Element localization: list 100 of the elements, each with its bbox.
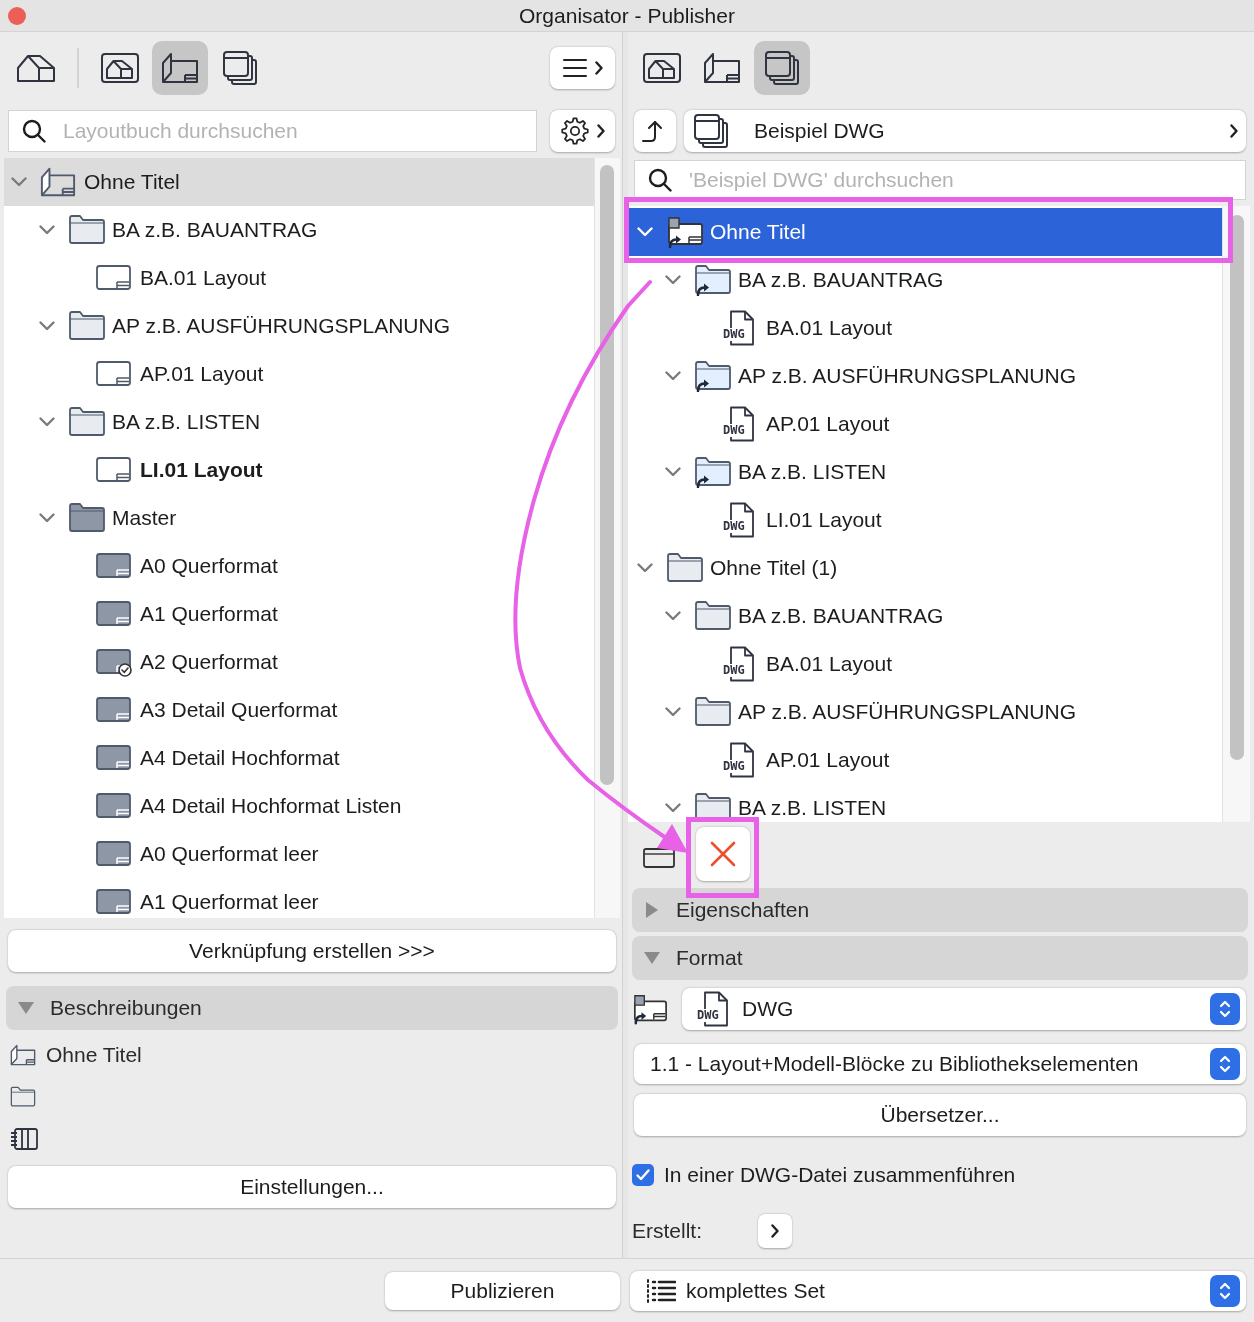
checkbox[interactable]: [632, 1164, 654, 1186]
tree-item[interactable]: A4 Detail Hochformat Listen: [4, 782, 594, 830]
book-icon: [10, 1044, 36, 1066]
framed-house-icon: [101, 53, 139, 83]
search-field[interactable]: Layoutbuch durchsuchen: [8, 110, 537, 152]
stepper-icon: [1210, 993, 1240, 1025]
tree-item[interactable]: Ohne Titel: [4, 158, 594, 206]
triangle-right-icon: [646, 902, 658, 918]
sheet-icon: [96, 263, 132, 293]
set-dropdown[interactable]: komplettes Set: [630, 1270, 1246, 1311]
toolbar-button[interactable]: [152, 41, 208, 95]
tree-item[interactable]: BA.01 Layout: [4, 254, 594, 302]
tree-item[interactable]: AP z.B. AUSFÜHRUNGSPLANUNG: [4, 302, 594, 350]
tree-item[interactable]: DWG BA.01 Layout: [628, 304, 1222, 352]
tree-item[interactable]: Ohne Titel (1): [628, 544, 1222, 592]
folder-link-icon: [694, 360, 732, 392]
page-stack-icon: [765, 51, 799, 85]
tree-item[interactable]: DWG AP.01 Layout: [628, 400, 1222, 448]
sheet-link-icon: [666, 216, 704, 248]
chevron-down-icon[interactable]: [39, 513, 55, 523]
toolbar-button[interactable]: [754, 41, 810, 95]
section-header[interactable]: Eigenschaften: [632, 888, 1248, 932]
search-icon: [648, 168, 672, 192]
chevron-down-icon[interactable]: [11, 177, 27, 187]
tree-item[interactable]: DWG LI.01 Layout: [628, 496, 1222, 544]
tree-item[interactable]: BA z.B. LISTEN: [4, 398, 594, 446]
book-icon: [40, 167, 76, 197]
checkbox-label: In einer DWG-Datei zusammenführen: [664, 1162, 1016, 1189]
format-dropdown[interactable]: DWG DWG: [682, 988, 1246, 1030]
close-button[interactable]: [8, 6, 26, 25]
tree-item[interactable]: AP z.B. AUSFÜHRUNGSPLANUNG: [628, 688, 1222, 736]
tree-item[interactable]: Master: [4, 494, 594, 542]
option-dropdown[interactable]: 1.1 - Layout+Modell-Blöcke zu Bibliothekselementen: [634, 1044, 1246, 1084]
set-button[interactable]: Beispiel DWG: [684, 110, 1246, 152]
tree-item[interactable]: DWG AP.01 Layout: [628, 736, 1222, 784]
folder-icon: [694, 696, 732, 728]
up-button[interactable]: [634, 110, 676, 152]
tree-item[interactable]: A1 Querformat leer: [4, 878, 594, 918]
link-button[interactable]: Verknüpfung erstellen >>>: [8, 930, 616, 972]
folder-icon: [10, 1086, 36, 1108]
chevron-down-icon[interactable]: [665, 467, 681, 477]
chevron-down-icon[interactable]: [637, 563, 653, 573]
tree-item[interactable]: AP z.B. AUSFÜHRUNGSPLANUNG: [628, 352, 1222, 400]
tree-item[interactable]: AP.01 Layout: [4, 350, 594, 398]
tree-item[interactable]: A4 Detail Hochformat: [4, 734, 594, 782]
book-icon: [161, 53, 199, 83]
tree-item[interactable]: A0 Querformat: [4, 542, 594, 590]
menu-button[interactable]: [550, 47, 615, 89]
folder-icon: [68, 502, 106, 534]
tree-item[interactable]: BA z.B. BAUANTRAG: [4, 206, 594, 254]
created-label: Erstellt:: [632, 1218, 702, 1245]
folder-link-icon: [694, 264, 732, 296]
tree-item[interactable]: Ohne Titel: [628, 208, 1222, 256]
chevron-down-icon[interactable]: [665, 611, 681, 621]
tree-item[interactable]: BA z.B. LISTEN: [628, 448, 1222, 496]
page-stack-icon: [694, 114, 728, 148]
remove-button[interactable]: [696, 827, 750, 881]
search-icon: [22, 119, 46, 143]
tree-item[interactable]: LI.01 Layout: [4, 446, 594, 494]
section-header[interactable]: Beschreibungen: [6, 986, 618, 1030]
section-header[interactable]: Format: [632, 936, 1248, 980]
stepper-icon: [1210, 1274, 1240, 1307]
expand-button[interactable]: [758, 1214, 792, 1248]
chevron-right-icon: [596, 124, 605, 138]
list-icon: [646, 1278, 676, 1303]
chevron-down-icon[interactable]: [39, 225, 55, 235]
sheet-icon: [96, 359, 132, 389]
settings-button[interactable]: [550, 110, 615, 152]
chevron-down-icon[interactable]: [665, 275, 681, 285]
close-icon: [710, 841, 736, 867]
translator-button[interactable]: Übersetzer...: [634, 1094, 1246, 1136]
scrollbar-thumb[interactable]: [1230, 215, 1244, 760]
stepper-icon: [1210, 1048, 1240, 1080]
settings-text-button[interactable]: Einstellungen...: [8, 1166, 616, 1208]
tree-item[interactable]: A0 Querformat leer: [4, 830, 594, 878]
tree-item[interactable]: A3 Detail Querformat: [4, 686, 594, 734]
folder-icon: [68, 310, 106, 342]
tree-item[interactable]: A1 Querformat: [4, 590, 594, 638]
window-title: Organisator - Publisher: [519, 2, 735, 29]
folder-link-icon: [694, 456, 732, 488]
tree-item[interactable]: BA z.B. LISTEN: [628, 784, 1222, 822]
tree-item[interactable]: BA z.B. BAUANTRAG: [628, 592, 1222, 640]
chevron-down-icon[interactable]: [665, 803, 681, 813]
scrollbar-thumb[interactable]: [600, 165, 614, 785]
publish-button[interactable]: Publizieren: [385, 1271, 620, 1310]
tree-item[interactable]: BA z.B. BAUANTRAG: [628, 256, 1222, 304]
description-text: Ohne Titel: [46, 1042, 142, 1069]
chevron-down-icon[interactable]: [665, 707, 681, 717]
folder-icon: [68, 406, 106, 438]
search-field[interactable]: 'Beispiel DWG' durchsuchen: [634, 160, 1246, 200]
chevron-down-icon[interactable]: [39, 417, 55, 427]
menu-icon: [562, 59, 587, 77]
tree-item[interactable]: A2 Querformat: [4, 638, 594, 686]
chevron-down-icon[interactable]: [665, 371, 681, 381]
check-icon: [636, 1169, 650, 1181]
chevron-right-icon: [771, 1224, 779, 1238]
book-icon: [703, 53, 741, 83]
sheet-icon: [96, 455, 132, 485]
tree-item[interactable]: DWG BA.01 Layout: [628, 640, 1222, 688]
chevron-down-icon[interactable]: [39, 321, 55, 331]
